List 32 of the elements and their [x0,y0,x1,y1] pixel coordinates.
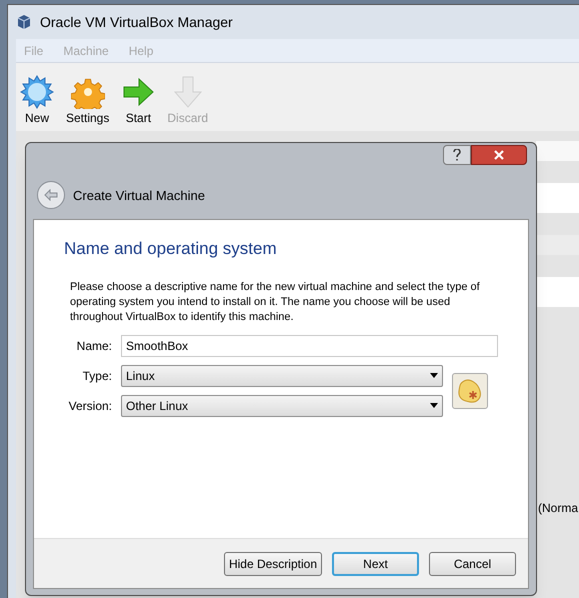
question-mark-icon [453,149,461,161]
field-label: Name: [76,338,112,354]
help-button[interactable] [443,145,471,165]
cube-icon [16,14,32,30]
field-label: Version: [68,398,112,414]
right-arrow-icon [121,75,156,109]
dialog-button[interactable]: Hide Description [224,552,322,576]
toolbar-button[interactable]: New [20,75,54,127]
window-title: Oracle VM VirtualBox Manager [40,12,233,32]
left-arrow-icon [44,189,58,201]
page-heading: Name and operating system [64,238,278,260]
back-button[interactable] [37,181,65,209]
background-panel [536,141,579,161]
toolbar-button[interactable]: Settings [66,75,110,127]
close-button[interactable] [471,145,527,165]
caret-icon [430,373,438,378]
dialog-title: Create Virtual Machine [73,186,205,204]
dropdown[interactable]: Linux [121,364,443,386]
caret-icon [430,403,438,408]
toolbar-button[interactable]: Start [121,75,156,127]
background-panel [536,277,579,307]
dialog-button[interactable]: Cancel [429,552,516,576]
sunburst-icon [20,75,54,109]
dialog-button[interactable]: Next [332,552,419,576]
dropdown[interactable]: Other Linux [121,394,443,416]
background-text: (Norma [538,500,578,517]
close-icon [494,150,504,160]
description-text: Please choose a descriptive name for the new virtual machine and select the type of operating system you intend to install on it. The name you choose will be used throughout VirtualBox to identify this machine. [70,280,481,324]
os-logo-icon [452,372,488,408]
text-field[interactable]: SmoothBox [121,334,498,356]
field-label: Type: [82,368,112,384]
background-panel [536,183,579,213]
